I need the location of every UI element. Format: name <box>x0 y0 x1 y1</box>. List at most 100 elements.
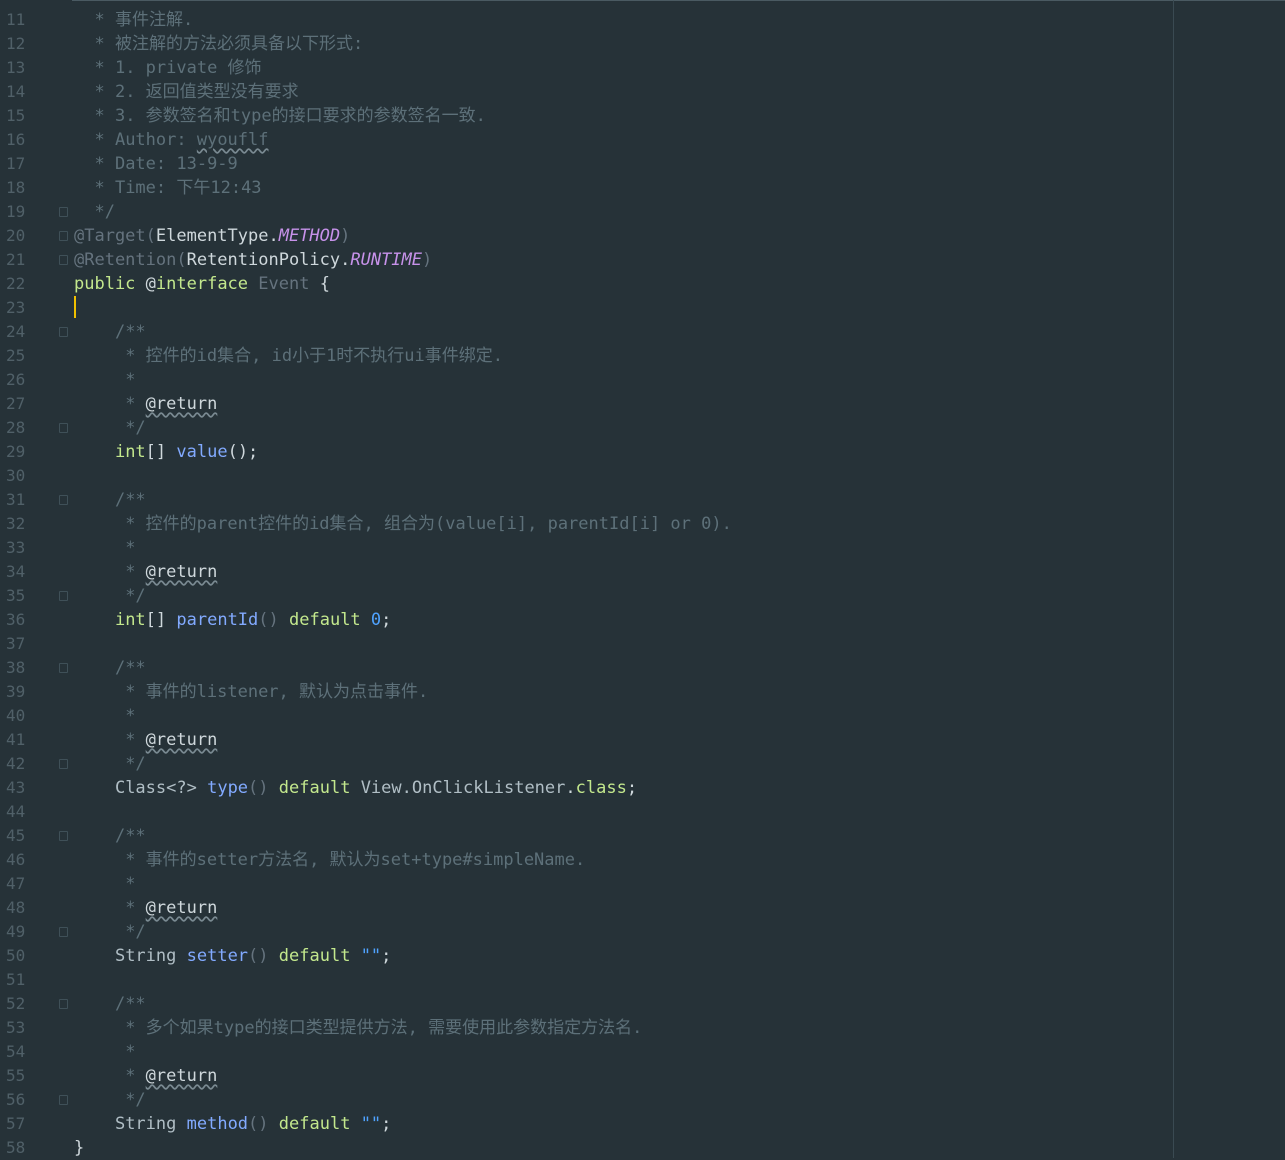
code-token: type <box>207 778 249 798</box>
fold-marker-icon[interactable] <box>59 591 68 601</box>
code-line[interactable]: 27 * @return <box>0 392 1285 416</box>
code-token: */ <box>125 418 146 438</box>
code-line[interactable]: 45 /** <box>0 824 1285 848</box>
code-line[interactable]: 13 * 1. private 修饰 <box>0 56 1285 80</box>
code-line[interactable]: 54 * <box>0 1040 1285 1064</box>
code-token: { <box>309 274 330 294</box>
code-line[interactable]: 41 * @return <box>0 728 1285 752</box>
code-editor[interactable]: 11 * 事件注解. 12 * 被注解的方法必须具备以下形式: 13 * 1. pr… <box>0 0 1285 1158</box>
code-line[interactable]: 50 String setter() default ""; <box>0 944 1285 968</box>
code-text: @Target(ElementType.METHOD) <box>74 224 350 248</box>
code-text: */ <box>74 1088 145 1112</box>
code-line[interactable]: 26 * <box>0 368 1285 392</box>
line-number: 15 <box>6 106 26 125</box>
code-line[interactable]: 58} <box>0 1136 1285 1160</box>
code-line[interactable]: 53 * 多个如果type的接口类型提供方法, 需要使用此参数指定方法名. <box>0 1016 1285 1040</box>
code-line[interactable]: 43 Class<?> type() default View.OnClickL… <box>0 776 1285 800</box>
fold-marker-icon[interactable] <box>59 327 68 337</box>
code-line[interactable]: 28 */ <box>0 416 1285 440</box>
code-line[interactable]: 52 /** <box>0 992 1285 1016</box>
code-line[interactable]: 12 * 被注解的方法必须具备以下形式: <box>0 32 1285 56</box>
fold-marker-icon[interactable] <box>59 1095 68 1105</box>
code-token: * 事件的listener, 默认为点击事件. <box>125 682 429 702</box>
code-line[interactable]: 56 */ <box>0 1088 1285 1112</box>
fold-marker-icon[interactable] <box>59 231 68 241</box>
code-line[interactable]: 19 */ <box>0 200 1285 224</box>
code-line[interactable]: 14 * 2. 返回值类型没有要求 <box>0 80 1285 104</box>
code-line[interactable]: 31 /** <box>0 488 1285 512</box>
line-number: 27 <box>6 394 26 413</box>
line-number: 48 <box>6 898 26 917</box>
code-line[interactable]: 49 */ <box>0 920 1285 944</box>
code-line[interactable]: 47 * <box>0 872 1285 896</box>
code-line[interactable]: 20 @Target(ElementType.METHOD) <box>0 224 1285 248</box>
code-line[interactable]: 48 * @return <box>0 896 1285 920</box>
line-number: 18 <box>6 178 26 197</box>
code-line[interactable]: 11 * 事件注解. <box>0 8 1285 32</box>
code-line[interactable]: 57 String method() default ""; <box>0 1112 1285 1136</box>
line-number: 36 <box>6 610 26 629</box>
code-token: * Time: 下午12:43 <box>94 178 262 198</box>
code-line[interactable]: 25 * 控件的id集合, id小于1时不执行ui事件绑定. <box>0 344 1285 368</box>
code-line[interactable]: 34 * @return <box>0 560 1285 584</box>
code-line[interactable]: 24 /** <box>0 320 1285 344</box>
code-line[interactable]: 55 * @return <box>0 1064 1285 1088</box>
code-line[interactable]: 40 * <box>0 704 1285 728</box>
fold-marker-icon[interactable] <box>59 255 68 265</box>
code-line[interactable]: 38 /** <box>0 656 1285 680</box>
fold-marker-icon[interactable] <box>59 759 68 769</box>
code-line[interactable]: 46 * 事件的setter方法名, 默认为set+type#simpleNam… <box>0 848 1285 872</box>
code-line[interactable]: 32 * 控件的parent控件的id集合, 组合为(value[i], par… <box>0 512 1285 536</box>
code-line[interactable]: 39 * 事件的listener, 默认为点击事件. <box>0 680 1285 704</box>
fold-marker-icon[interactable] <box>59 663 68 673</box>
code-line[interactable]: 44 <box>0 800 1285 824</box>
code-line[interactable]: 22 public @interface Event { <box>0 272 1285 296</box>
fold-marker-icon[interactable] <box>59 927 68 937</box>
line-number: 52 <box>6 994 26 1013</box>
code-token: "" <box>360 946 382 966</box>
code-line[interactable]: 21 @Retention(RetentionPolicy.RUNTIME) <box>0 248 1285 272</box>
code-token: * <box>125 898 146 918</box>
fold-marker-icon[interactable] <box>59 495 68 505</box>
line-number: 51 <box>6 970 26 989</box>
fold-marker-icon[interactable] <box>59 207 68 217</box>
code-token: [] <box>145 610 177 630</box>
code-token: @return <box>145 730 218 750</box>
fold-marker-icon[interactable] <box>59 423 68 433</box>
code-line[interactable]: 15 * 3. 参数签名和type的接口要求的参数签名一致. <box>0 104 1285 128</box>
fold-marker-icon[interactable] <box>59 999 68 1009</box>
code-line[interactable]: 18 * Time: 下午12:43 <box>0 176 1285 200</box>
line-number: 14 <box>6 82 26 101</box>
code-line[interactable]: 30 <box>0 464 1285 488</box>
code-line[interactable]: 33 * <box>0 536 1285 560</box>
line-number: 50 <box>6 946 26 965</box>
code-line[interactable]: 29 int[] value(); <box>0 440 1285 464</box>
code-text: * @return <box>74 896 217 920</box>
code-token: * 事件的setter方法名, 默认为set+type#simpleName. <box>125 850 586 870</box>
line-number: 45 <box>6 826 26 845</box>
fold-marker-icon[interactable] <box>59 831 68 841</box>
code-line[interactable]: 36 int[] parentId() default 0; <box>0 608 1285 632</box>
code-line[interactable]: 35 */ <box>0 584 1285 608</box>
code-token: @return <box>145 394 218 414</box>
code-text: * 事件注解. <box>74 8 193 32</box>
line-number: 30 <box>6 466 26 485</box>
code-line[interactable]: 51 <box>0 968 1285 992</box>
code-line[interactable]: 42 */ <box>0 752 1285 776</box>
code-line[interactable]: 37 <box>0 632 1285 656</box>
code-token: int <box>114 610 146 630</box>
code-token: ElementType. <box>155 226 279 246</box>
code-token: ; <box>381 1114 392 1134</box>
code-token: [] <box>145 442 177 462</box>
code-line[interactable]: 17 * Date: 13-9-9 <box>0 152 1285 176</box>
code-line[interactable]: 23 <box>0 296 1285 320</box>
code-text: * <box>74 704 135 728</box>
code-line[interactable]: 16 * Author: wyouflf <box>0 128 1285 152</box>
